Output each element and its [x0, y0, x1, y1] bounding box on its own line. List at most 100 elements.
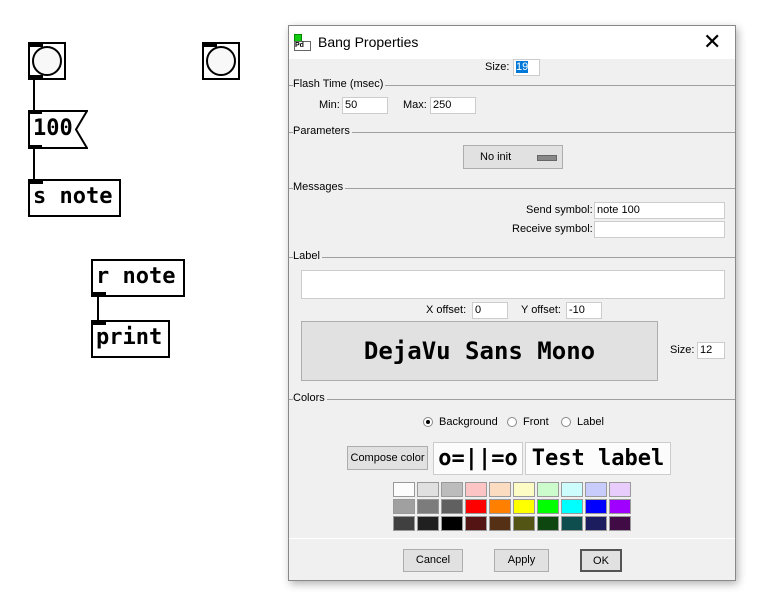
color-swatch[interactable]	[417, 482, 439, 497]
object-text: r note	[96, 264, 176, 289]
x-offset-label: X offset:	[426, 304, 467, 316]
min-input[interactable]: 50	[342, 97, 388, 114]
label-size-label: Size:	[670, 344, 695, 356]
color-swatch[interactable]	[537, 516, 559, 531]
color-swatch[interactable]	[537, 499, 559, 514]
send-symbol-label: Send symbol:	[526, 204, 593, 216]
color-swatch[interactable]	[609, 499, 631, 514]
pd-app-icon: Pd	[294, 34, 311, 51]
cancel-button[interactable]: Cancel	[403, 549, 463, 572]
section-header: Label	[293, 250, 322, 262]
messages-section: Messages	[289, 181, 735, 193]
close-icon[interactable]: ✕	[703, 29, 721, 55]
color-swatch[interactable]	[393, 499, 415, 514]
color-swatch[interactable]	[441, 516, 463, 531]
color-swatch[interactable]	[585, 482, 607, 497]
bang-object-1[interactable]	[28, 42, 66, 80]
connection	[97, 296, 99, 321]
message-text: 100	[33, 116, 73, 141]
color-swatch[interactable]	[441, 499, 463, 514]
radio-label[interactable]	[561, 417, 571, 427]
radio-front-label: Front	[523, 416, 549, 428]
color-swatch[interactable]	[513, 482, 535, 497]
color-swatch[interactable]	[585, 499, 607, 514]
bang-properties-dialog: Pd Bang Properties ✕ Size: 19 Flash Time…	[288, 25, 736, 581]
inlet	[92, 321, 106, 325]
bang-color-preview: o=||=o	[433, 442, 523, 475]
color-swatch[interactable]	[561, 499, 583, 514]
bang-object-2[interactable]	[202, 42, 240, 80]
label-color-preview: Test label	[525, 442, 671, 475]
radio-background-label: Background	[439, 416, 498, 428]
dialog-title: Bang Properties	[318, 34, 419, 50]
color-swatch[interactable]	[513, 499, 535, 514]
receive-symbol-label: Receive symbol:	[512, 223, 593, 235]
connection	[33, 80, 35, 111]
y-offset-label: Y offset:	[521, 304, 561, 316]
bang-circle	[206, 46, 236, 76]
color-swatch[interactable]	[609, 482, 631, 497]
color-palette	[393, 482, 633, 533]
color-swatch[interactable]	[561, 482, 583, 497]
min-label: Min:	[319, 99, 340, 111]
section-header: Messages	[293, 181, 346, 193]
init-value: No init	[480, 151, 512, 163]
radio-label-label: Label	[577, 416, 604, 428]
font-button[interactable]: DejaVu Sans Mono	[301, 321, 658, 381]
size-input[interactable]: 19	[513, 59, 540, 76]
inlet	[29, 180, 43, 184]
y-offset-input[interactable]: -10	[566, 302, 602, 319]
section-header: Flash Time (msec)	[293, 78, 386, 90]
connection	[33, 148, 35, 180]
outlet	[29, 75, 43, 79]
compose-color-button[interactable]: Compose color	[347, 446, 428, 470]
object-text: print	[96, 325, 163, 350]
radio-front[interactable]	[507, 417, 517, 427]
color-swatch[interactable]	[489, 516, 511, 531]
object-text: s note	[33, 184, 113, 209]
color-swatch[interactable]	[417, 499, 439, 514]
message-box[interactable]: 100	[28, 110, 88, 149]
max-input[interactable]: 250	[430, 97, 476, 114]
print-object[interactable]: print	[91, 320, 170, 358]
section-header: Colors	[293, 392, 327, 404]
send-symbol-input[interactable]: note 100	[594, 202, 725, 219]
button-separator	[289, 538, 735, 539]
apply-button[interactable]: Apply	[494, 549, 549, 572]
outlet	[92, 292, 106, 296]
bang-circle	[32, 46, 62, 76]
receive-symbol-input[interactable]	[594, 221, 725, 238]
color-swatch[interactable]	[465, 482, 487, 497]
color-swatch[interactable]	[417, 516, 439, 531]
color-swatch[interactable]	[609, 516, 631, 531]
label-input[interactable]	[301, 270, 725, 299]
ok-button[interactable]: OK	[580, 549, 622, 572]
size-value: 19	[516, 61, 529, 73]
title-bar: Pd Bang Properties ✕	[289, 26, 735, 59]
send-object[interactable]: s note	[28, 179, 121, 217]
color-swatch[interactable]	[513, 516, 535, 531]
max-label: Max:	[403, 99, 427, 111]
section-header: Parameters	[293, 125, 352, 137]
color-swatch[interactable]	[489, 499, 511, 514]
label-size-input[interactable]: 12	[697, 342, 725, 359]
color-swatch[interactable]	[465, 499, 487, 514]
flash-time-section: Flash Time (msec)	[289, 78, 735, 90]
radio-background[interactable]	[423, 417, 433, 427]
parameters-section: Parameters	[289, 125, 735, 137]
color-swatch[interactable]	[585, 516, 607, 531]
init-dropdown[interactable]: No init	[463, 145, 563, 169]
color-swatch[interactable]	[393, 482, 415, 497]
size-label: Size:	[485, 61, 510, 73]
colors-section: Colors	[289, 392, 735, 404]
x-offset-input[interactable]: 0	[472, 302, 508, 319]
color-swatch[interactable]	[441, 482, 463, 497]
label-section: Label	[289, 250, 735, 262]
receive-object[interactable]: r note	[91, 259, 185, 297]
color-swatch[interactable]	[489, 482, 511, 497]
color-swatch[interactable]	[537, 482, 559, 497]
color-swatch[interactable]	[393, 516, 415, 531]
dropdown-indicator-icon	[537, 155, 557, 161]
color-swatch[interactable]	[561, 516, 583, 531]
color-swatch[interactable]	[465, 516, 487, 531]
